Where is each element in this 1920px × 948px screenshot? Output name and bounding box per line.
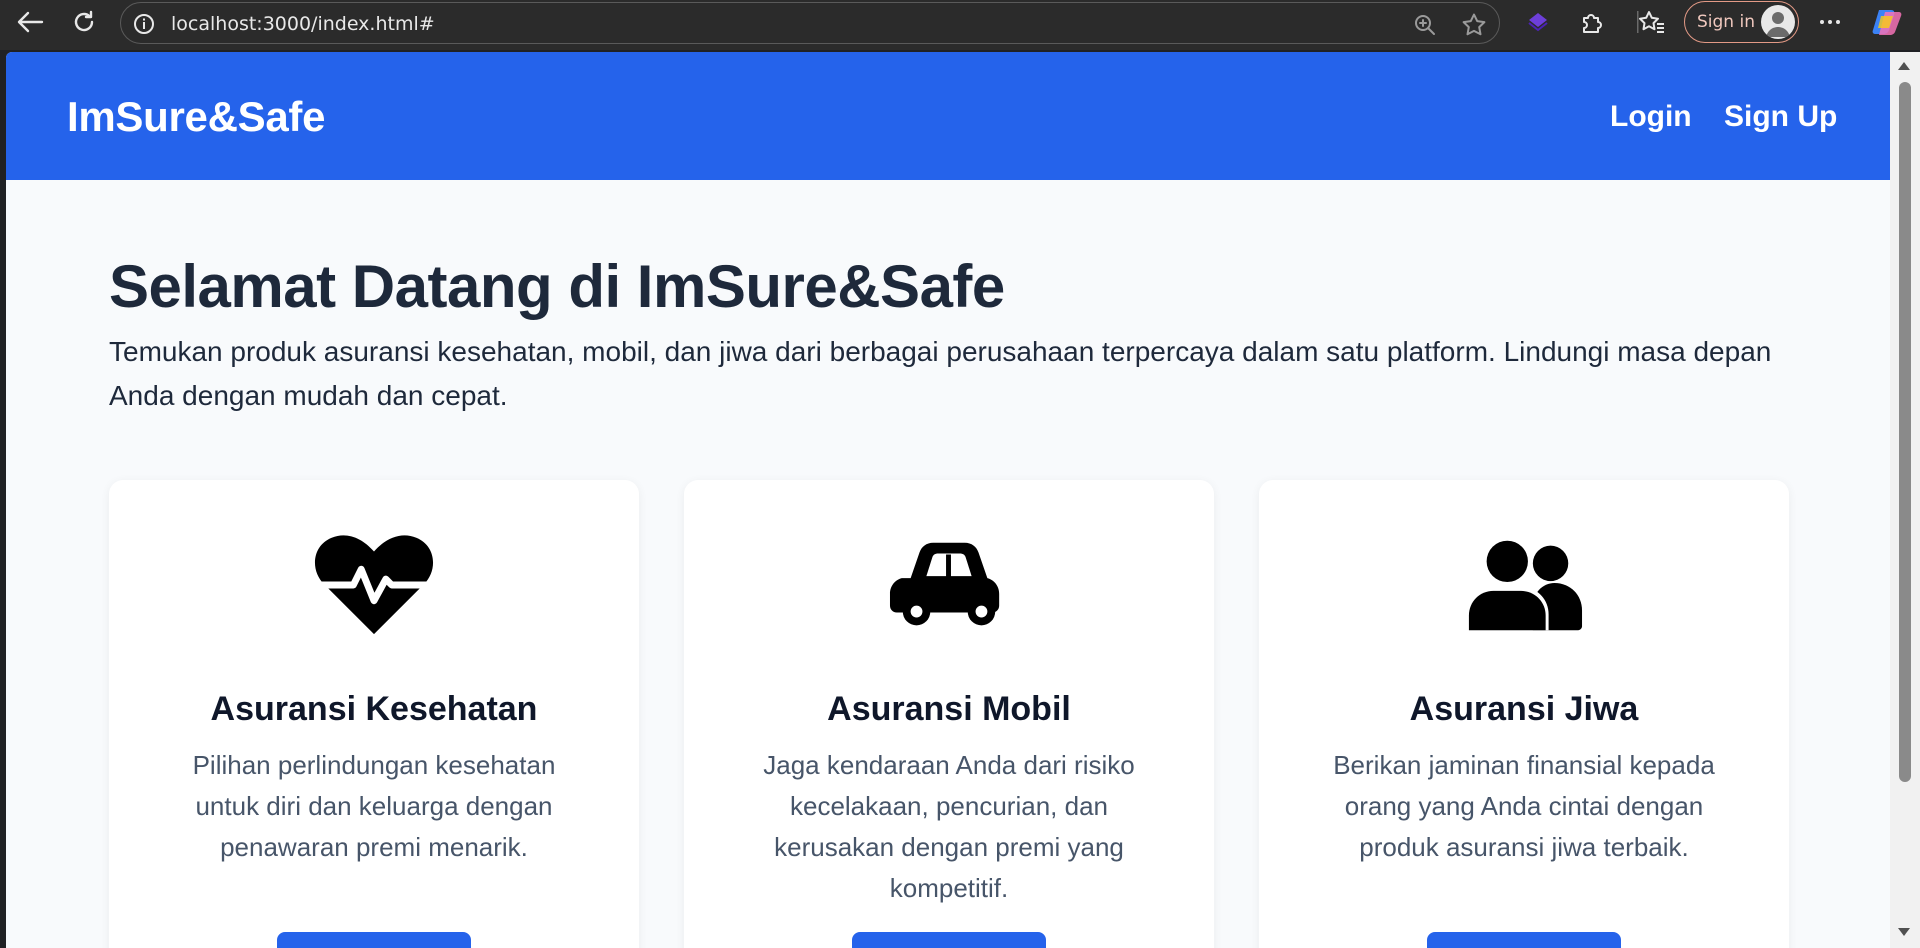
site-header: ImSure&Safe Login Sign Up bbox=[6, 52, 1890, 180]
car-icon bbox=[889, 530, 1009, 640]
favorites-icon[interactable] bbox=[1638, 8, 1666, 36]
avatar bbox=[1761, 5, 1795, 39]
card-button[interactable] bbox=[852, 932, 1046, 948]
card-title: Asuransi Kesehatan bbox=[210, 690, 538, 728]
page-scrollbar[interactable] bbox=[1890, 52, 1920, 948]
sign-in-label: Sign in bbox=[1697, 12, 1755, 32]
card-title: Asuransi Jiwa bbox=[1409, 690, 1639, 728]
back-icon[interactable] bbox=[12, 6, 48, 38]
card-asuransi-jiwa: Asuransi Jiwa Berikan jaminan finansial … bbox=[1259, 480, 1789, 948]
login-link[interactable]: Login bbox=[1610, 100, 1692, 134]
extensions-puzzle-icon[interactable] bbox=[1578, 8, 1606, 36]
card-description: Jaga kendaraan Anda dari risiko kecelaka… bbox=[763, 750, 1135, 903]
url-text[interactable]: localhost:3000/index.html# bbox=[171, 13, 435, 35]
browser-toolbar: localhost:3000/index.html# Sign in bbox=[0, 0, 1920, 50]
reload-icon[interactable] bbox=[66, 6, 102, 38]
copilot-icon[interactable] bbox=[1870, 8, 1906, 36]
card-button[interactable] bbox=[1427, 932, 1621, 948]
card-title: Asuransi Mobil bbox=[827, 690, 1071, 728]
scroll-down-icon[interactable] bbox=[1898, 928, 1910, 936]
sign-in-button[interactable]: Sign in bbox=[1684, 1, 1799, 43]
scroll-up-icon[interactable] bbox=[1898, 62, 1910, 70]
site-info-icon[interactable] bbox=[133, 13, 155, 35]
heart-pulse-icon bbox=[314, 530, 434, 640]
card-button[interactable] bbox=[277, 932, 471, 948]
extension-icon[interactable] bbox=[1524, 8, 1552, 36]
card-asuransi-kesehatan: Asuransi Kesehatan Pilihan perlindungan … bbox=[109, 480, 639, 948]
favorite-star-icon[interactable] bbox=[1460, 11, 1488, 39]
signup-link[interactable]: Sign Up bbox=[1724, 100, 1837, 134]
page-viewport: ImSure&Safe Login Sign Up Selamat Datang… bbox=[6, 52, 1890, 948]
hero-description: Temukan produk asuransi kesehatan, mobil… bbox=[109, 336, 1772, 411]
zoom-icon[interactable] bbox=[1411, 11, 1439, 39]
card-asuransi-mobil: Asuransi Mobil Jaga kendaraan Anda dari … bbox=[684, 480, 1214, 948]
card-description: Pilihan perlindungan kesehatan untuk dir… bbox=[192, 750, 556, 862]
users-icon bbox=[1464, 530, 1584, 640]
scrollbar-thumb[interactable] bbox=[1899, 82, 1911, 782]
site-logo[interactable]: ImSure&Safe bbox=[67, 93, 325, 141]
address-bar[interactable]: localhost:3000/index.html# bbox=[120, 2, 1500, 44]
more-options-icon[interactable] bbox=[1816, 8, 1844, 36]
hero-title: Selamat Datang di ImSure&Safe bbox=[109, 253, 1005, 320]
card-description: Berikan jaminan finansial kepada orang y… bbox=[1333, 750, 1715, 862]
